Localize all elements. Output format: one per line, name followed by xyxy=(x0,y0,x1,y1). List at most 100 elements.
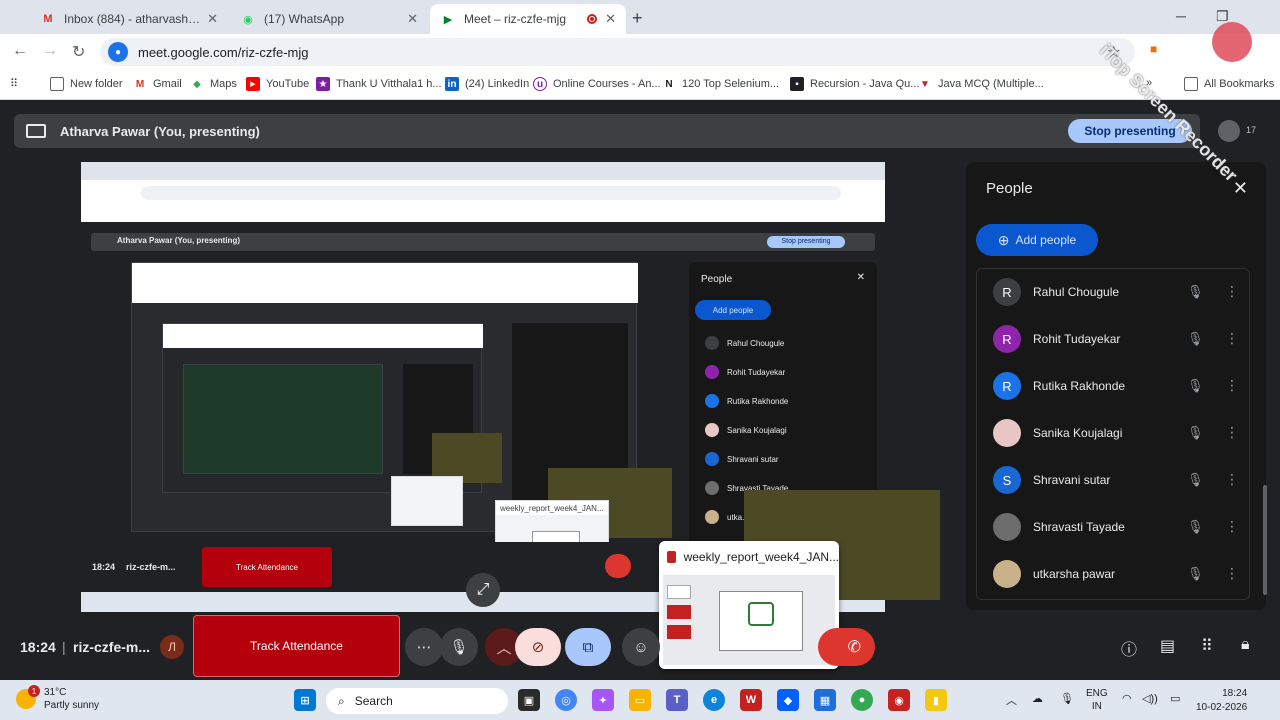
more-vert-icon[interactable]: ⋮ xyxy=(1225,471,1239,488)
window-preview[interactable]: weekly_report_week4_JAN... xyxy=(659,541,839,669)
participant-count: 17 xyxy=(1246,125,1257,135)
address-bar[interactable]: ● meet.google.com/riz-czfe-mjg ☆ xyxy=(100,38,1135,66)
bookmark-new-folder[interactable]: New folder xyxy=(50,77,123,91)
more-vert-icon[interactable]: ⋮ xyxy=(1225,330,1239,347)
store-icon[interactable]: ▦ xyxy=(814,689,836,711)
tab-whatsapp[interactable]: ◉ (17) WhatsApp ✕ xyxy=(230,4,428,34)
task-view-icon[interactable]: ▣ xyxy=(518,689,540,711)
close-icon[interactable]: ✕ xyxy=(207,11,218,27)
more-vert-icon[interactable]: ⋮ xyxy=(1225,565,1239,582)
more-options-icon[interactable]: ⋯ xyxy=(405,628,443,666)
mic-off-icon[interactable]: 🎙︎ xyxy=(1187,519,1204,535)
battery-icon[interactable]: ▭ xyxy=(1170,692,1180,705)
bookmark-youtube[interactable]: ▶ YouTube xyxy=(246,77,309,91)
close-icon[interactable]: ✕ xyxy=(1233,178,1248,199)
end-call-button[interactable]: ✆ xyxy=(818,628,875,666)
bookmark-label: 120 Top Selenium... xyxy=(682,78,780,90)
n-icon: N xyxy=(665,78,673,90)
shared-track-attendance: Track Attendance xyxy=(202,547,332,587)
participant-row[interactable]: R Rutika Rakhonde 🎙︎ ⋮ xyxy=(977,363,1249,409)
bookmark-gmail[interactable]: M Gmail xyxy=(133,77,182,91)
add-people-button[interactable]: ⊕ Add people xyxy=(976,224,1098,256)
bookmark-thank-u[interactable]: ★ Thank U Vitthala1 h... xyxy=(316,77,442,91)
teams-icon[interactable]: T xyxy=(666,689,688,711)
activities-icon[interactable]: ⠿ xyxy=(1201,636,1213,656)
mic-off-icon[interactable]: 🎙︎ xyxy=(1187,472,1204,488)
power-bi-icon[interactable]: ▮ xyxy=(925,689,947,711)
edge-icon[interactable]: e xyxy=(703,689,725,711)
track-attendance-button[interactable]: Track Attendance xyxy=(193,615,400,677)
youtube-icon: ▶ xyxy=(246,77,260,91)
shared-thumbnail-small xyxy=(391,476,463,526)
shared-participant: Sanika Koujalagi xyxy=(705,423,865,437)
participant-list[interactable]: R Rahul Chougule 🎙︎ ⋮ R Rohit Tudayekar … xyxy=(976,268,1250,600)
dropbox-icon[interactable]: ◆ xyxy=(777,689,799,711)
mic-off-icon[interactable]: 🎙︎ xyxy=(1187,378,1204,394)
participants-avatar[interactable] xyxy=(1218,120,1240,142)
windows-start-icon[interactable]: ⊞ xyxy=(294,689,316,711)
reload-icon[interactable]: ↻ xyxy=(72,42,85,62)
extension-icon[interactable]: ■ xyxy=(1150,42,1157,56)
participant-row[interactable]: S Shravani sutar 🎙︎ ⋮ xyxy=(977,457,1249,503)
more-vert-icon[interactable]: ⋮ xyxy=(1225,377,1239,394)
mic-off-icon[interactable]: 🎙︎ xyxy=(1187,566,1204,582)
app-icon[interactable]: ● xyxy=(851,689,873,711)
copilot-icon[interactable]: ✦ xyxy=(592,689,614,711)
bookmark-java-mcq[interactable]: ▼ Java MCQ (Multiple... xyxy=(918,77,1044,91)
chrome-icon[interactable]: ◎ xyxy=(555,689,577,711)
close-icon[interactable]: ✕ xyxy=(407,11,418,27)
mic-off-icon[interactable]: 🎙︎ xyxy=(1187,284,1204,300)
tab-gmail[interactable]: M Inbox (884) - atharvashekharpa ✕ xyxy=(30,4,228,34)
back-icon[interactable]: ← xyxy=(12,42,28,60)
participant-row[interactable]: R Rohit Tudayekar 🎙︎ ⋮ xyxy=(977,316,1249,362)
minimize-icon[interactable]: ─ xyxy=(1176,8,1186,24)
people-scrollbar[interactable] xyxy=(1263,485,1267,595)
preview-title: weekly_report_week4_JAN... xyxy=(683,550,839,564)
present-screen-button[interactable]: ⧉ xyxy=(565,628,611,666)
volume-icon[interactable]: ◁)) xyxy=(1142,692,1158,705)
shared-participant: Rahul Chougule xyxy=(705,336,865,350)
mic-icon[interactable]: 🎙︎ xyxy=(440,628,478,666)
participant-row[interactable]: Sanika Koujalagi 🎙︎ ⋮ xyxy=(977,410,1249,456)
mic-off-icon[interactable]: 🎙︎ xyxy=(1187,331,1204,347)
bookmark-maps[interactable]: ◆ Maps xyxy=(190,77,237,91)
participant-row[interactable]: utkarsha pawar 🎙︎ ⋮ xyxy=(977,551,1249,597)
participant-row[interactable]: R Rahul Chougule 🎙︎ ⋮ xyxy=(977,269,1249,315)
wifi-icon[interactable]: ◠ xyxy=(1122,692,1132,705)
more-vert-icon[interactable]: ⋮ xyxy=(1225,283,1239,300)
emoji-icon[interactable]: ☺ xyxy=(622,628,660,666)
expand-icon[interactable]: ⤢ xyxy=(466,573,500,607)
apps-grid-icon[interactable]: ⠿ xyxy=(10,77,18,90)
weather-widget[interactable]: 1 31°C Partly sunny xyxy=(16,685,99,712)
bookmark-selenium[interactable]: N 120 Top Selenium... xyxy=(662,77,779,91)
participant-row[interactable]: Shravasti Tayade 🎙︎ ⋮ xyxy=(977,504,1249,550)
taskbar-search[interactable]: ⌕ Search xyxy=(326,688,508,714)
mic-icon[interactable]: 🎙︎ xyxy=(1060,692,1074,705)
mic-off-icon[interactable]: 🎙︎ xyxy=(1187,425,1204,441)
host-controls-icon[interactable]: 🔒︎ xyxy=(1241,636,1250,654)
close-icon[interactable]: ✕ xyxy=(605,11,616,27)
bookmark-recursion[interactable]: ▪ Recursion - Java Qu... xyxy=(790,77,919,91)
info-icon[interactable]: ⓘ xyxy=(1121,636,1137,660)
wps-icon[interactable]: W xyxy=(740,689,762,711)
tab-title: Meet – riz-czfe-mjg xyxy=(464,12,567,26)
recorder-icon[interactable]: ◉ xyxy=(888,689,910,711)
tray-chevron-icon[interactable]: ︿ xyxy=(1006,692,1017,708)
forward-icon[interactable]: → xyxy=(42,42,58,60)
chat-icon[interactable]: ▤ xyxy=(1160,636,1175,656)
more-vert-icon[interactable]: ⋮ xyxy=(1225,424,1239,441)
taskbar: 1 31°C Partly sunny ⊞ ⌕ Search ▣ ◎ ✦ ▭ T… xyxy=(0,680,1280,720)
cloud-icon[interactable]: ☁ xyxy=(1032,692,1043,705)
extension-icon[interactable]: Л xyxy=(160,635,184,659)
bookmark-linkedin[interactable]: in (24) LinkedIn xyxy=(445,77,529,91)
participant-name: Rahul Chougule xyxy=(1033,285,1120,299)
language-indicator[interactable]: ENG IN xyxy=(1086,687,1108,713)
more-vert-icon[interactable]: ⋮ xyxy=(1225,518,1239,535)
system-clock[interactable]: 18:24 10-02-2026 xyxy=(1196,687,1247,715)
tab-meet[interactable]: ▶ Meet – riz-czfe-mjg ✕ xyxy=(430,4,626,34)
camera-off-icon[interactable]: ⊘ xyxy=(515,628,561,666)
new-tab-icon[interactable]: + xyxy=(632,8,643,29)
all-bookmarks[interactable]: All Bookmarks xyxy=(1184,77,1274,91)
file-explorer-icon[interactable]: ▭ xyxy=(629,689,651,711)
bookmark-online-courses[interactable]: u Online Courses - An... xyxy=(533,77,661,91)
